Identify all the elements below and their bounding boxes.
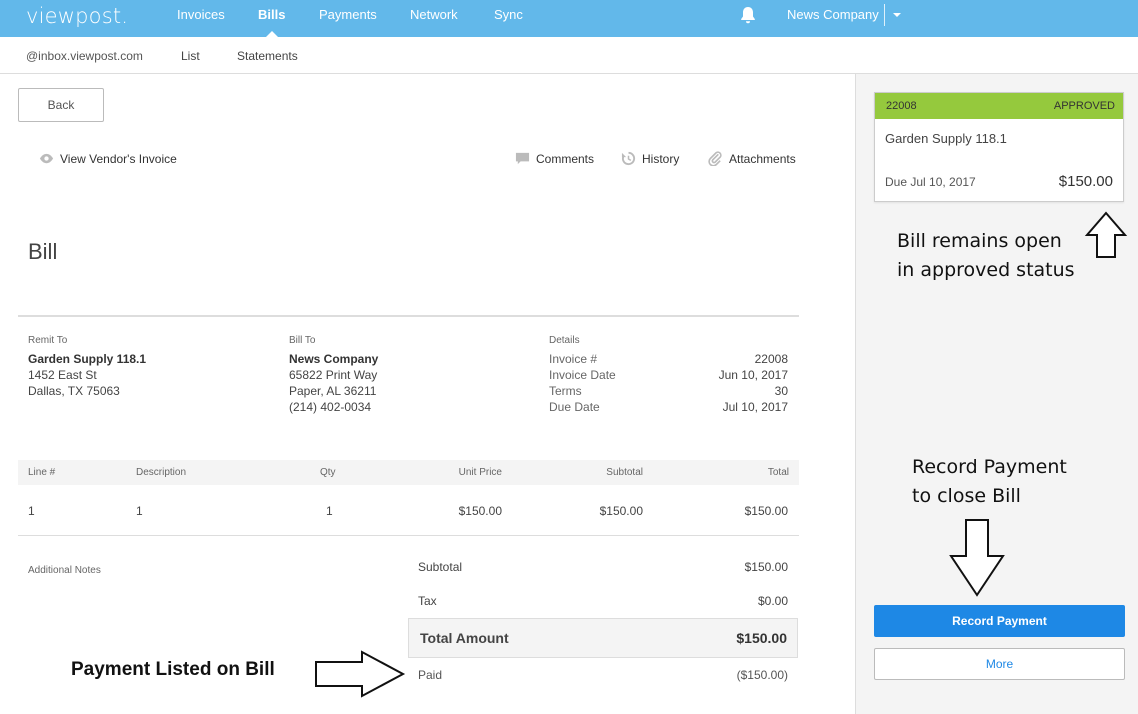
- view-vendor-invoice-label: View Vendor's Invoice: [60, 151, 177, 166]
- line-items-header: Line # Description Qty Unit Price Subtot…: [18, 460, 799, 485]
- details-label: Details: [549, 335, 580, 346]
- subtotal-value: $150.00: [744, 560, 788, 574]
- cell-qty: 1: [326, 504, 333, 518]
- col-description: Description: [136, 467, 187, 478]
- card-invoice-number: 22008: [886, 100, 917, 112]
- page-title: Bill: [28, 239, 58, 264]
- card-vendor-name: Garden Supply 118.1: [885, 131, 1007, 146]
- due-date-value: Jul 10, 2017: [722, 400, 788, 414]
- tax-value: $0.00: [757, 594, 788, 608]
- history-label: History: [642, 151, 680, 166]
- bill-to-name: News Company: [289, 352, 379, 366]
- col-subtotal: Subtotal: [606, 467, 643, 478]
- cell-subtotal: $150.00: [599, 504, 643, 518]
- col-line: Line #: [28, 467, 56, 478]
- additional-notes-label: Additional Notes: [28, 565, 101, 576]
- annotation-record-payment-line1: Record Payment: [912, 456, 1067, 478]
- cell-description: 1: [136, 504, 143, 518]
- tax-label: Tax: [418, 594, 437, 608]
- paperclip-icon: [708, 151, 722, 166]
- bill-to-label: Bill To: [289, 335, 316, 346]
- arrow-right-icon: [315, 650, 406, 698]
- bill-to-phone: (214) 402-0034: [289, 400, 372, 414]
- remit-name: Garden Supply 118.1: [28, 352, 147, 366]
- remit-to-label: Remit To: [28, 335, 68, 346]
- invoice-date-value: Jun 10, 2017: [718, 368, 788, 382]
- right-sidebar: 22008 APPROVED Garden Supply 118.1 Due J…: [855, 74, 1138, 714]
- sub-navigation-bar: @inbox.viewpost.com List Statements: [0, 37, 1138, 74]
- paid-label: Paid: [418, 668, 443, 682]
- nav-network[interactable]: Network: [410, 7, 458, 22]
- more-button[interactable]: More: [874, 648, 1125, 680]
- annotation-bill-open-line1: Bill remains open: [897, 230, 1062, 252]
- card-status-bar: 22008 APPROVED: [875, 93, 1123, 119]
- remit-line2: Dallas, TX 75063: [28, 384, 120, 398]
- record-payment-button[interactable]: Record Payment: [874, 605, 1125, 637]
- invoice-number-label: Invoice #: [549, 352, 598, 366]
- annotation-bill-open: Bill remains open in approved status: [897, 227, 1075, 285]
- total-amount-box: Total Amount $150.00: [408, 618, 798, 658]
- chevron-down-icon[interactable]: [893, 13, 901, 17]
- annotation-record-payment-line2: to close Bill: [912, 485, 1021, 507]
- terms-label: Terms: [549, 384, 582, 398]
- bill-to-line2: Paper, AL 36211: [289, 384, 377, 398]
- viewpost-logo[interactable]: viewpost.: [26, 4, 128, 28]
- cell-total: $150.00: [744, 504, 788, 518]
- col-unit-price: Unit Price: [458, 467, 502, 478]
- due-date-label: Due Date: [549, 400, 600, 414]
- view-vendor-invoice-link[interactable]: View Vendor's Invoice: [39, 151, 177, 166]
- bell-icon[interactable]: [738, 5, 758, 25]
- nav-invoices[interactable]: Invoices: [177, 7, 225, 22]
- card-amount: $150.00: [1058, 173, 1113, 190]
- arrow-down-icon: [949, 519, 1005, 597]
- nav-payments[interactable]: Payments: [319, 7, 377, 22]
- attachments-link[interactable]: Attachments: [708, 151, 796, 166]
- nav-sync[interactable]: Sync: [494, 7, 523, 22]
- paid-value: ($150.00): [736, 668, 788, 682]
- header-divider: [18, 315, 799, 317]
- col-qty: Qty: [320, 467, 336, 478]
- invoice-date-label: Invoice Date: [549, 368, 616, 382]
- invoice-number-value: 22008: [754, 352, 788, 366]
- history-link[interactable]: History: [621, 151, 679, 166]
- top-navigation-bar: viewpost. Invoices Bills Payments Networ…: [0, 0, 1138, 37]
- remit-line1: 1452 East St: [28, 368, 97, 382]
- comments-link[interactable]: Comments: [515, 151, 594, 166]
- total-amount-value: $150.00: [736, 630, 787, 646]
- inbox-email: @inbox.viewpost.com: [26, 49, 143, 63]
- bill-summary-card[interactable]: 22008 APPROVED Garden Supply 118.1 Due J…: [874, 92, 1124, 202]
- bill-to-line1: 65822 Print Way: [289, 368, 378, 382]
- back-button[interactable]: Back: [18, 88, 104, 122]
- history-icon: [621, 151, 636, 166]
- status-badge: APPROVED: [1053, 100, 1115, 112]
- cell-unit-price: $150.00: [458, 504, 502, 518]
- subnav-list[interactable]: List: [181, 49, 200, 63]
- annotation-payment-listed: Payment Listed on Bill: [71, 659, 275, 680]
- nav-bills[interactable]: Bills: [258, 7, 285, 22]
- company-separator: [884, 4, 885, 26]
- comment-icon: [515, 152, 530, 165]
- eye-icon: [39, 153, 54, 164]
- total-amount-label: Total Amount: [420, 630, 509, 646]
- terms-value: 30: [774, 384, 788, 398]
- annotation-bill-open-line2: in approved status: [897, 259, 1075, 281]
- attachments-label: Attachments: [729, 151, 796, 166]
- comments-label: Comments: [536, 151, 595, 166]
- annotation-record-payment: Record Payment to close Bill: [912, 453, 1067, 511]
- subtotal-label: Subtotal: [418, 560, 463, 574]
- card-due-date: Due Jul 10, 2017: [885, 175, 976, 189]
- table-row-divider: [18, 535, 799, 536]
- subnav-statements[interactable]: Statements: [237, 49, 298, 63]
- col-total: Total: [767, 467, 789, 478]
- cell-line: 1: [28, 504, 35, 518]
- company-switcher[interactable]: News Company: [787, 7, 879, 22]
- arrow-up-icon: [1084, 211, 1128, 258]
